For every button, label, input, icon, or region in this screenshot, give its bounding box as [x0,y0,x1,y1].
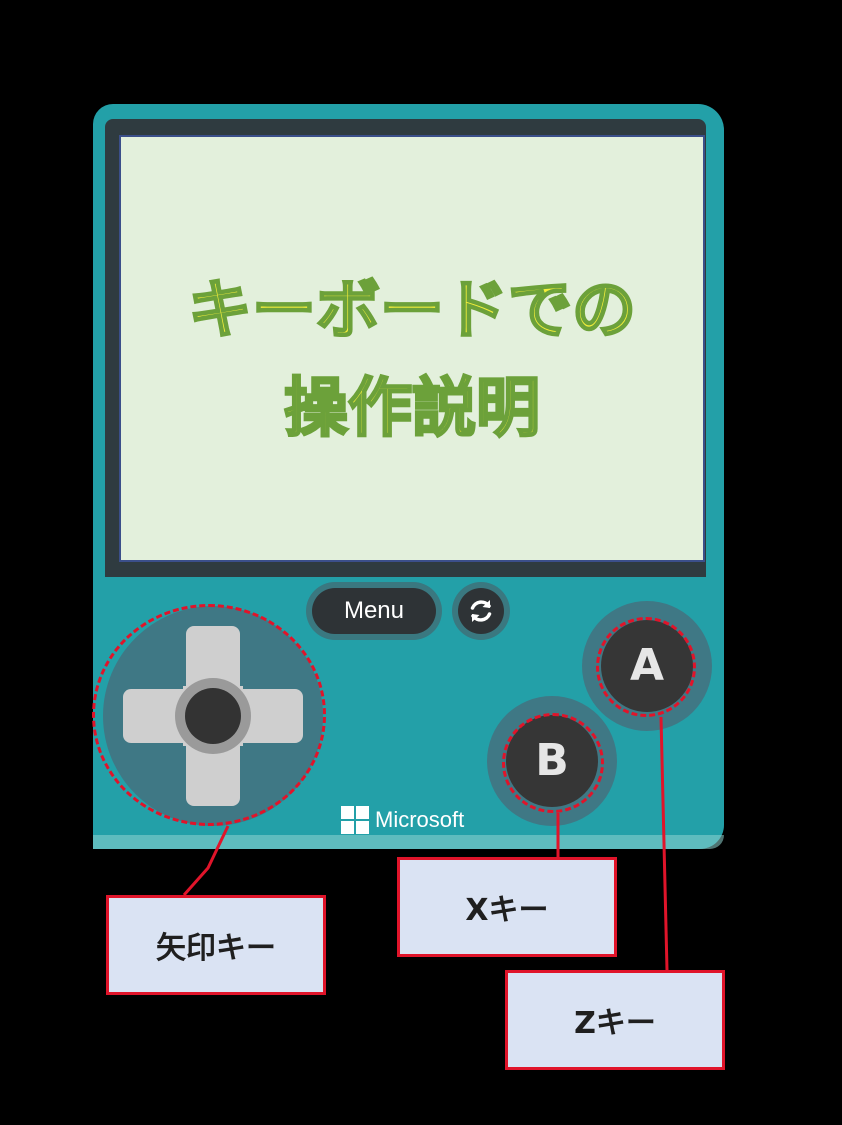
z-key-label: Zキー [505,970,725,1070]
z-key-callout-line [659,716,669,971]
x-key-label: Xキー [397,857,617,957]
arrow-key-callout-line [182,825,230,896]
arrow-keys-label: 矢印キー [106,895,326,995]
